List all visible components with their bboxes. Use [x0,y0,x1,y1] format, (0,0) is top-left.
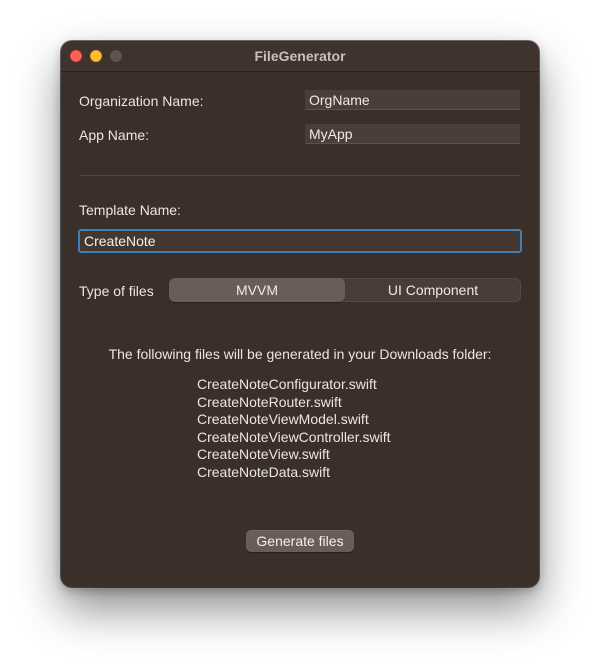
output-info-text: The following files will be generated in… [108,346,492,362]
section-divider [79,175,521,176]
template-name-label: Template Name: [79,202,181,218]
list-item: CreateNoteViewModel.swift [197,411,369,427]
app-name-label: App Name: [79,127,150,143]
organization-name-field[interactable]: OrgName [305,90,520,110]
app-name-field[interactable]: MyApp [305,124,520,144]
type-of-files-label: Type of files [79,283,154,299]
generate-files-button[interactable]: Generate files [246,530,354,552]
list-item: CreateNoteViewController.swift [197,428,391,445]
generated-files-list: CreateNoteConfigurator.swift CreateNoteR… [197,376,391,481]
file-type-segmented-control[interactable]: MVVM UI Component [169,278,521,302]
organization-name-label: Organization Name: [79,93,204,109]
title-bar[interactable]: FileGenerator [61,41,539,72]
segment-mvvm[interactable]: MVVM [169,278,345,302]
list-item: CreateNoteConfigurator.swift [197,376,377,392]
list-item: CreateNoteRouter.swift [197,393,342,410]
window-title: FileGenerator [254,48,346,64]
app-window: FileGenerator Organization Name: OrgName… [61,41,539,587]
list-item: CreateNoteData.swift [197,463,331,480]
template-name-field[interactable]: CreateNote [78,229,522,253]
list-item: CreateNoteView.swift [197,446,330,462]
segment-ui-component[interactable]: UI Component [345,278,521,302]
